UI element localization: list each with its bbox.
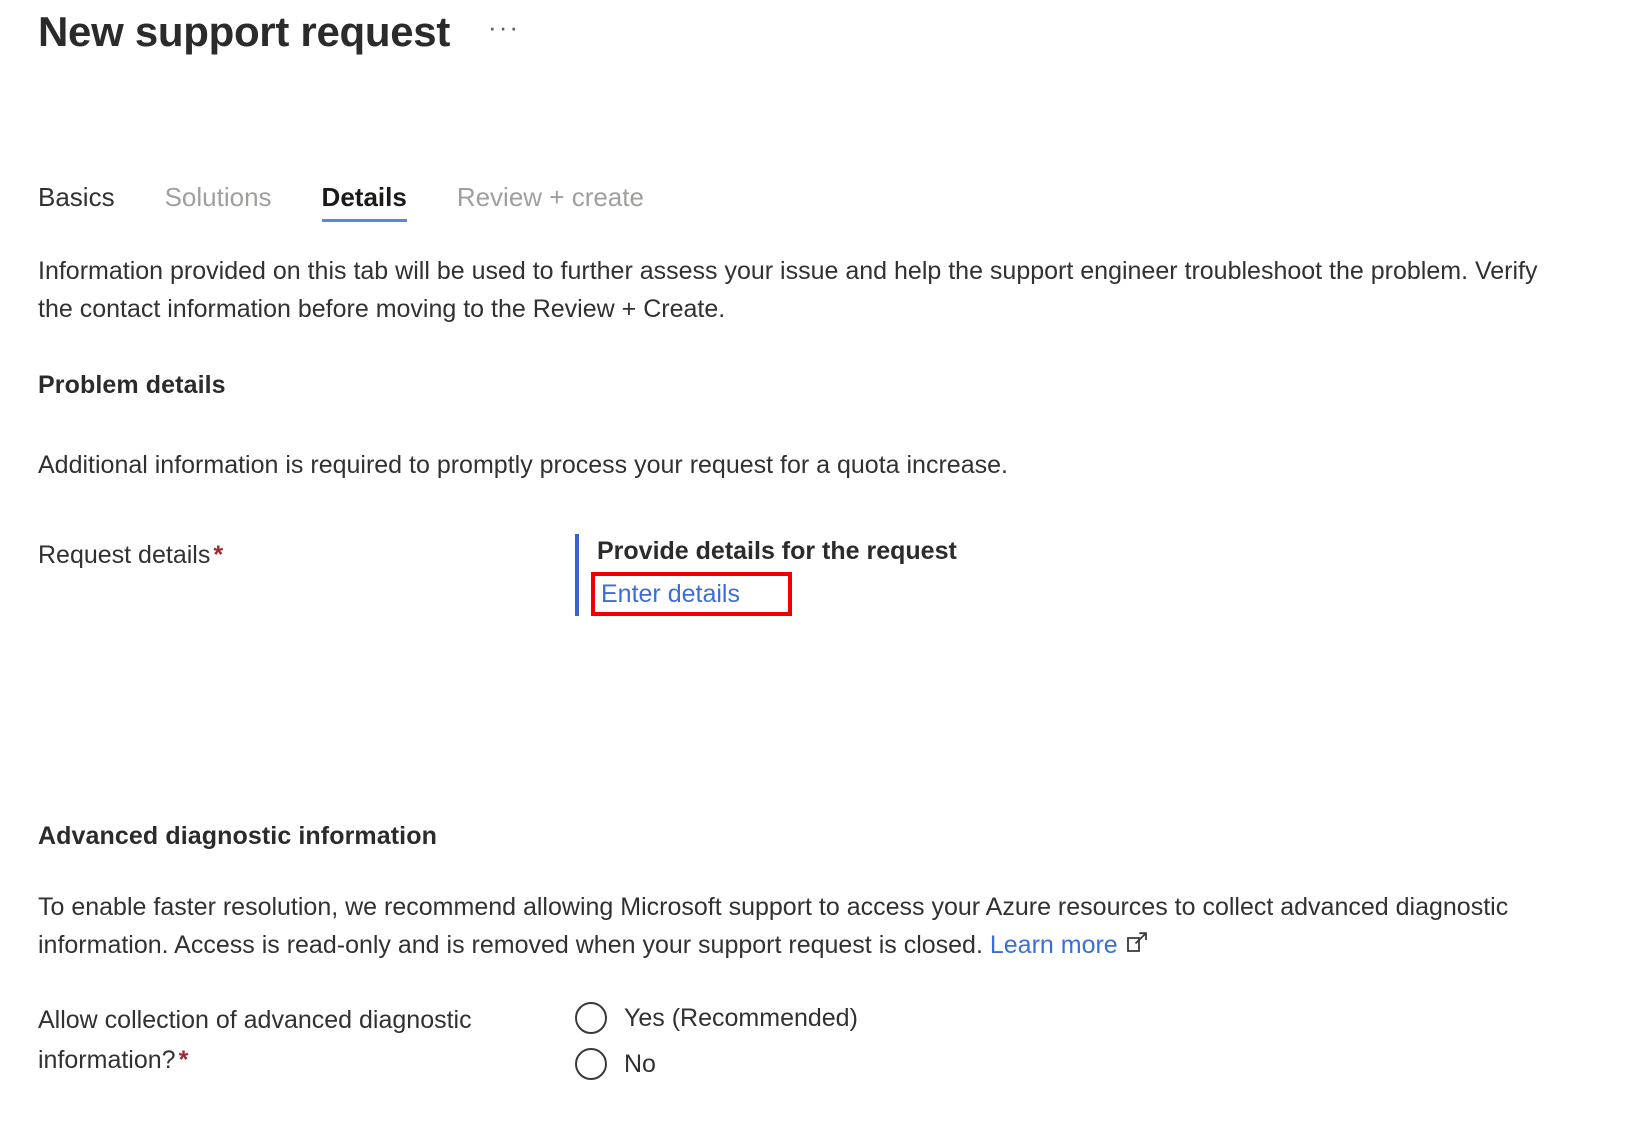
enter-details-link[interactable]: Enter details bbox=[601, 580, 740, 608]
radio-option-yes-label: Yes (Recommended) bbox=[624, 1004, 858, 1032]
callout-title: Provide details for the request bbox=[597, 537, 957, 565]
intro-text: Information provided on this tab will be… bbox=[38, 257, 1538, 323]
learn-more-link[interactable]: Learn more bbox=[990, 931, 1149, 959]
wizard-tabs: Basics Solutions Details Review + create bbox=[38, 172, 1649, 230]
enter-details-highlight: Enter details bbox=[591, 572, 792, 616]
required-asterisk: * bbox=[178, 1046, 189, 1074]
allow-collection-label: Allow collection of advanced diagnostic … bbox=[38, 1000, 575, 1080]
radio-option-yes[interactable]: Yes (Recommended) bbox=[575, 1002, 858, 1034]
required-asterisk: * bbox=[213, 541, 224, 569]
ellipsis-icon[interactable]: ··· bbox=[484, 14, 524, 48]
request-details-label-text: Request details bbox=[38, 541, 211, 569]
advanced-diagnostics-description: To enable faster resolution, we recommen… bbox=[38, 893, 1509, 959]
quota-info-text: Additional information is required to pr… bbox=[38, 451, 1008, 479]
radio-circle-icon[interactable] bbox=[575, 1002, 607, 1034]
tab-review-create[interactable]: Review + create bbox=[457, 182, 672, 230]
radio-option-no[interactable]: No bbox=[575, 1048, 858, 1080]
blade-header: New support request ··· bbox=[38, 0, 1649, 60]
allow-collection-radio-group: Yes (Recommended) No bbox=[575, 1000, 858, 1080]
request-details-field-row: Request details * Provide details for the… bbox=[38, 534, 1538, 616]
radio-circle-icon[interactable] bbox=[575, 1048, 607, 1080]
tab-solutions[interactable]: Solutions bbox=[165, 182, 300, 230]
advanced-diagnostics-heading: Advanced diagnostic information bbox=[38, 822, 437, 850]
allow-collection-field-row: Allow collection of advanced diagnostic … bbox=[38, 1000, 1538, 1080]
tab-basics[interactable]: Basics bbox=[38, 182, 143, 230]
radio-option-no-label: No bbox=[624, 1050, 656, 1078]
allow-collection-label-text: Allow collection of advanced diagnostic … bbox=[38, 1006, 472, 1074]
new-support-request-blade: New support request ··· Basics Solutions… bbox=[0, 0, 1649, 1146]
tab-details[interactable]: Details bbox=[321, 182, 435, 230]
external-link-icon bbox=[1125, 928, 1149, 966]
page-title: New support request bbox=[38, 8, 451, 55]
request-details-label: Request details * bbox=[38, 534, 575, 574]
learn-more-label: Learn more bbox=[989, 931, 1118, 959]
problem-details-heading: Problem details bbox=[38, 371, 226, 399]
advanced-diagnostics-text: To enable faster resolution, we recommen… bbox=[38, 888, 1548, 966]
request-details-callout: Provide details for the request Enter de… bbox=[575, 534, 957, 616]
